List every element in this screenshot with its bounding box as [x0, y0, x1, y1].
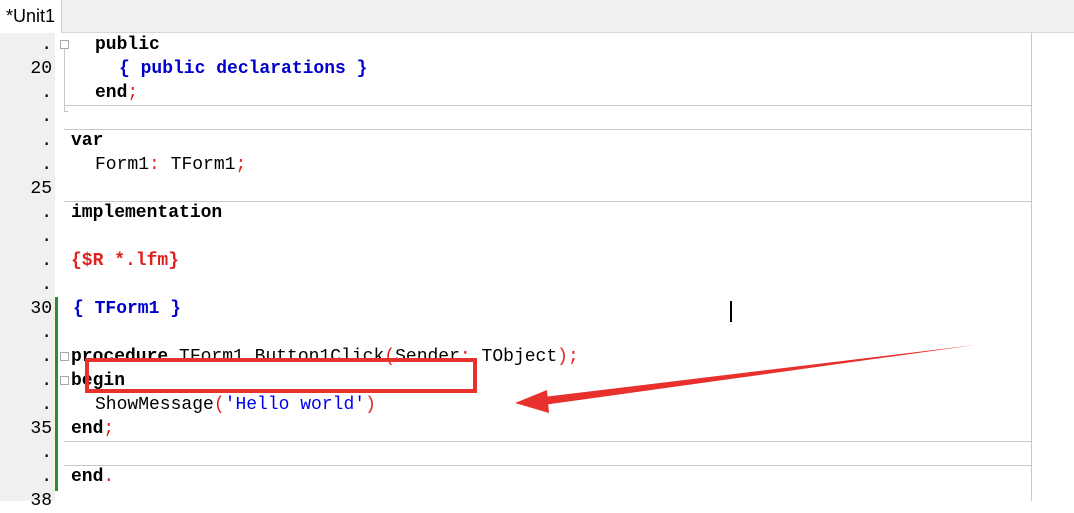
annotation-arrow-icon	[515, 345, 975, 413]
arrow-shaft	[535, 345, 975, 406]
arrow-head	[515, 390, 549, 413]
